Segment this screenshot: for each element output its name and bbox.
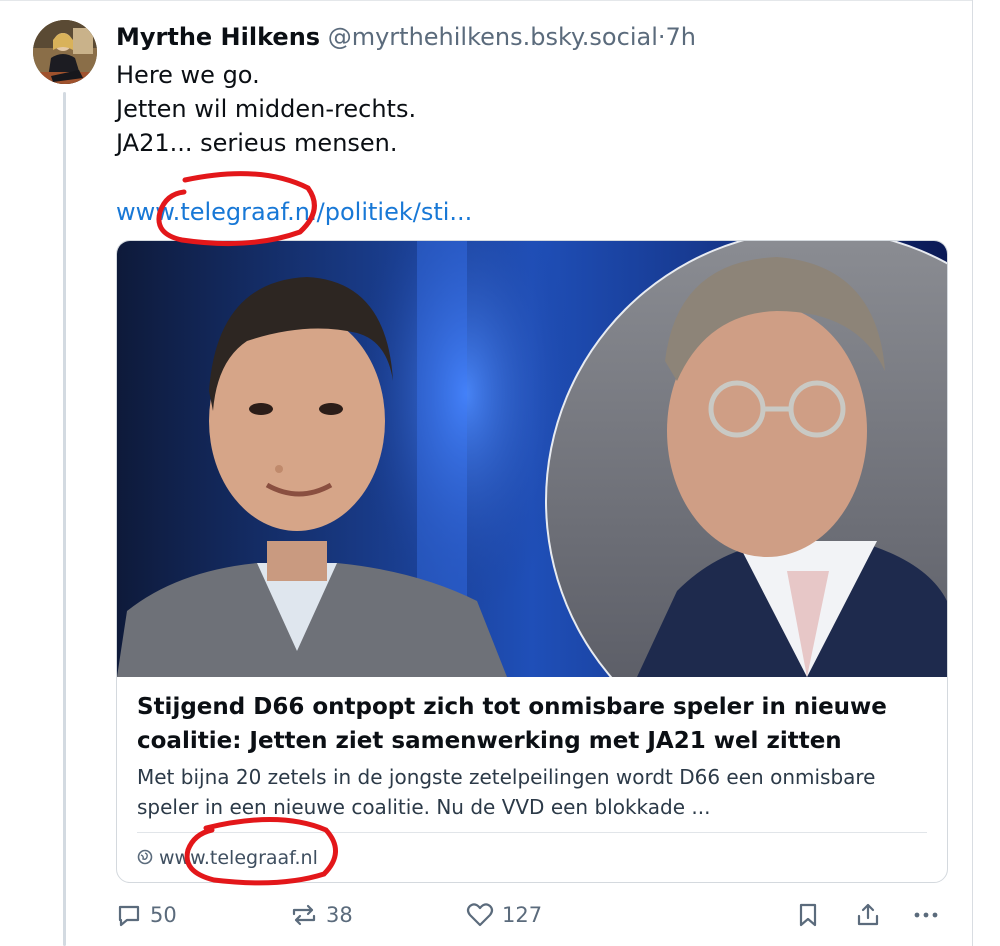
post-header: Myrthe Hilkens @myrthehilkens.bsky.socia… — [116, 21, 696, 53]
reply-count: 50 — [150, 903, 177, 927]
repost-button[interactable]: 38 — [290, 895, 353, 935]
repost-icon — [290, 902, 318, 928]
avatar-photo — [33, 20, 97, 84]
share-icon — [855, 902, 881, 928]
link-card[interactable]: Stijgend D66 ontpopt zich tot onmisbare … — [116, 240, 948, 883]
post-time[interactable]: 7h — [666, 23, 696, 51]
bookmark-button[interactable] — [797, 895, 819, 935]
repost-count: 38 — [326, 903, 353, 927]
bookmark-icon — [797, 902, 819, 928]
post-text-line: JA21... serieus mensen. — [116, 129, 398, 157]
like-icon — [466, 902, 494, 928]
separator-dot: · — [657, 23, 666, 51]
frame-right-border — [972, 0, 973, 946]
more-options-button[interactable] — [912, 895, 940, 935]
link-card-divider — [137, 832, 927, 833]
globe-icon — [137, 845, 153, 873]
link-card-image — [117, 241, 947, 677]
thread-line — [63, 92, 66, 946]
more-icon — [912, 902, 940, 928]
share-button[interactable] — [855, 895, 881, 935]
frame-top-border — [0, 0, 972, 1]
post-text: Here we go. Jetten wil midden-rechts. JA… — [116, 58, 416, 160]
like-button[interactable]: 127 — [466, 895, 542, 935]
avatar[interactable] — [33, 20, 97, 84]
link-card-domain: www.telegraaf.nl — [137, 844, 318, 873]
link-card-domain-text: www.telegraaf.nl — [159, 847, 318, 869]
author-name[interactable]: Myrthe Hilkens — [116, 23, 320, 51]
author-handle[interactable]: @myrthehilkens.bsky.social — [328, 23, 658, 51]
action-bar: 50 38 127 — [0, 895, 972, 935]
link-card-title[interactable]: Stijgend D66 ontpopt zich tot onmisbare … — [137, 690, 927, 758]
post-text-line: Jetten wil midden-rechts. — [116, 95, 417, 123]
post-text-line: Here we go. — [116, 61, 260, 89]
like-count: 127 — [502, 903, 543, 927]
link-card-description: Met bijna 20 zetels in de jongste zetelp… — [137, 765, 876, 819]
reply-icon — [116, 902, 142, 928]
post-link[interactable]: www.telegraaf.nl/politiek/sti... — [116, 195, 472, 229]
reply-button[interactable]: 50 — [116, 895, 177, 935]
